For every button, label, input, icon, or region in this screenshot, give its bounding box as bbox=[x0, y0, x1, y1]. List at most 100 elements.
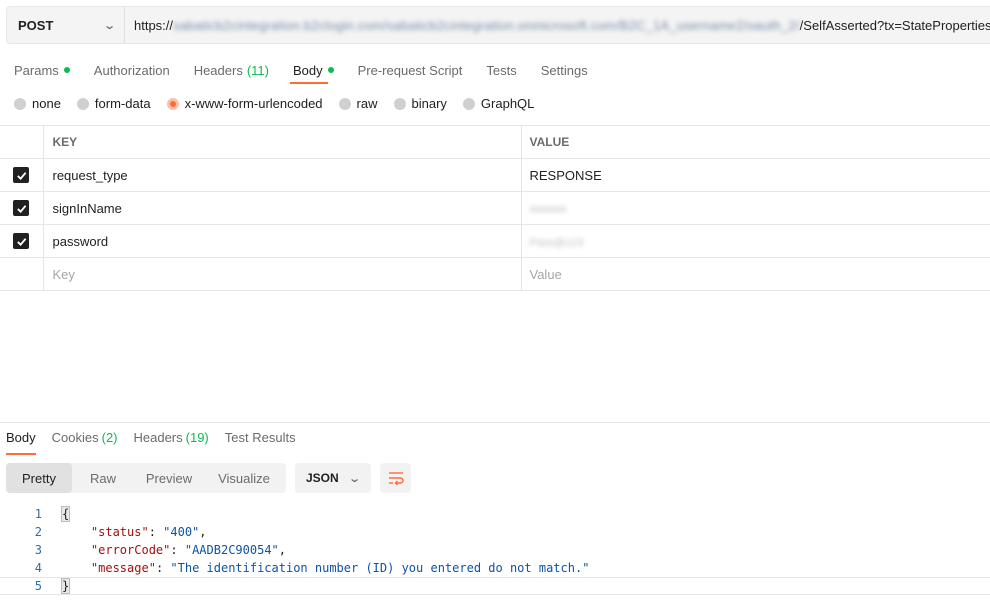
radio-icon bbox=[393, 97, 406, 110]
url-input[interactable]: https://sabaticb2cintegration.b2clogin.c… bbox=[125, 7, 990, 43]
code-line: 3 "errorCode": "AADB2C90054", bbox=[0, 541, 990, 559]
json-comma: , bbox=[278, 543, 286, 557]
response-tab-cookies-label: Cookies bbox=[51, 430, 99, 445]
tab-params[interactable]: Params bbox=[14, 63, 70, 78]
param-value[interactable]: RESPONSE bbox=[521, 158, 990, 192]
radio-x-www-form-urlencoded[interactable]: x-www-form-urlencoded bbox=[166, 96, 323, 111]
json-value: "AADB2C90054" bbox=[184, 543, 279, 557]
radio-none[interactable]: none bbox=[14, 96, 61, 111]
wrap-lines-button[interactable] bbox=[380, 463, 411, 493]
json-key: "status" bbox=[90, 525, 149, 539]
new-value-input[interactable]: Value bbox=[521, 257, 990, 291]
radio-icon bbox=[338, 97, 351, 110]
url-redacted-host: sabaticb2cintegration.b2clogin.com/sabat… bbox=[173, 17, 800, 33]
response-tab-body[interactable]: Body bbox=[6, 430, 36, 445]
method-label: POST bbox=[18, 17, 54, 33]
checkmark-icon bbox=[16, 237, 27, 246]
table-row: signInName 444444 bbox=[0, 191, 990, 225]
tab-authorization[interactable]: Authorization bbox=[94, 63, 170, 78]
radio-icon bbox=[76, 97, 89, 110]
param-value[interactable]: Pass@123 bbox=[521, 224, 990, 258]
tab-settings[interactable]: Settings bbox=[541, 63, 588, 78]
radio-binary[interactable]: binary bbox=[393, 96, 447, 111]
code-line: 4 "message": "The identification number … bbox=[0, 559, 990, 577]
param-key[interactable]: password bbox=[43, 224, 522, 258]
tab-headers-count: (11) bbox=[246, 62, 269, 78]
tab-headers-label: Headers bbox=[193, 62, 243, 78]
tab-headers[interactable]: Headers (11) bbox=[194, 63, 269, 78]
format-select[interactable]: JSON ⌄ bbox=[295, 463, 371, 493]
json-brace: { bbox=[60, 506, 71, 522]
param-key[interactable]: signInName bbox=[43, 191, 522, 225]
param-key[interactable]: request_type bbox=[43, 158, 522, 192]
tab-pre-request-script-label: Pre-request Script bbox=[357, 62, 463, 78]
radio-binary-label: binary bbox=[411, 96, 447, 111]
method-select[interactable]: POST ⌄ bbox=[7, 7, 125, 43]
column-header-key: KEY bbox=[43, 125, 522, 159]
table-header-row: KEY VALUE bbox=[0, 125, 990, 159]
url-suffix: /SelfAsserted?tx=StateProperties=eyJUSUQ… bbox=[799, 17, 990, 33]
table-row: request_type RESPONSE bbox=[0, 158, 990, 192]
body-type-selector: none form-data x-www-form-urlencoded raw… bbox=[14, 96, 550, 111]
response-tab-cookies-count: (2) bbox=[101, 430, 118, 445]
body-params-table: KEY VALUE request_type RESPONSE signInNa… bbox=[0, 125, 990, 291]
tab-authorization-label: Authorization bbox=[93, 62, 170, 78]
json-value: "The identification number (ID) you ente… bbox=[170, 561, 590, 575]
new-key-input[interactable]: Key bbox=[43, 257, 522, 291]
row-checkbox-cell bbox=[0, 224, 44, 258]
view-mode-pretty[interactable]: Pretty bbox=[6, 463, 72, 493]
status-dot bbox=[63, 67, 70, 73]
line-number: 3 bbox=[34, 543, 42, 557]
row-checkbox-cell bbox=[0, 158, 44, 192]
response-tab-cookies[interactable]: Cookies (2) bbox=[52, 430, 118, 445]
tab-body-label: Body bbox=[292, 62, 323, 78]
json-value: "400" bbox=[163, 525, 200, 539]
radio-graphql-label: GraphQL bbox=[480, 96, 535, 111]
response-tab-test-results-label: Test Results bbox=[224, 430, 296, 445]
row-checkbox[interactable] bbox=[13, 167, 30, 184]
response-pane-divider[interactable] bbox=[0, 422, 990, 423]
response-tab-body-label: Body bbox=[6, 430, 36, 445]
radio-form-data[interactable]: form-data bbox=[76, 96, 151, 111]
checkmark-icon bbox=[16, 171, 27, 180]
response-tab-headers-count: (19) bbox=[185, 430, 209, 445]
param-value[interactable]: 444444 bbox=[521, 191, 990, 225]
redacted-value: Pass@123 bbox=[529, 236, 584, 249]
view-mode-visualize[interactable]: Visualize bbox=[204, 463, 284, 493]
tab-pre-request-script[interactable]: Pre-request Script bbox=[358, 63, 463, 78]
radio-none-label: none bbox=[32, 96, 61, 111]
code-line: 1{ bbox=[0, 505, 990, 523]
radio-graphql[interactable]: GraphQL bbox=[462, 96, 535, 111]
row-checkbox[interactable] bbox=[13, 233, 30, 250]
json-key: "message" bbox=[90, 561, 156, 575]
line-number: 1 bbox=[34, 507, 42, 521]
radio-icon bbox=[462, 97, 475, 110]
radio-x-www-form-urlencoded-label: x-www-form-urlencoded bbox=[184, 96, 323, 111]
response-tab-headers[interactable]: Headers (19) bbox=[134, 430, 209, 445]
radio-raw[interactable]: raw bbox=[338, 96, 378, 111]
code-line: 5} bbox=[0, 577, 990, 595]
redacted-value: 444444 bbox=[529, 203, 567, 216]
table-row: password Pass@123 bbox=[0, 224, 990, 258]
json-key: "errorCode" bbox=[90, 543, 171, 557]
url-prefix: https:// bbox=[134, 17, 174, 33]
response-tab-test-results[interactable]: Test Results bbox=[225, 430, 296, 445]
view-mode-toggle: Pretty Raw Preview Visualize bbox=[6, 463, 286, 493]
row-checkbox[interactable] bbox=[13, 200, 30, 217]
response-body-viewer[interactable]: 1{ 2 "status": "400", 3 "errorCode": "AA… bbox=[0, 505, 990, 595]
line-number: 2 bbox=[34, 525, 42, 539]
tab-settings-label: Settings bbox=[540, 62, 588, 78]
line-number: 5 bbox=[34, 579, 42, 593]
checkmark-icon bbox=[16, 204, 27, 213]
radio-raw-label: raw bbox=[356, 96, 378, 111]
wrap-lines-icon bbox=[388, 472, 404, 485]
tab-tests-label: Tests bbox=[486, 62, 517, 78]
tab-tests[interactable]: Tests bbox=[486, 63, 516, 78]
status-dot bbox=[327, 67, 334, 73]
tab-body[interactable]: Body bbox=[293, 63, 334, 78]
view-mode-preview[interactable]: Preview bbox=[134, 463, 204, 493]
view-mode-raw[interactable]: Raw bbox=[72, 463, 134, 493]
request-url-bar: POST ⌄ https://sabaticb2cintegration.b2c… bbox=[6, 6, 990, 44]
column-header-value: VALUE bbox=[521, 125, 990, 159]
request-tabs: Params Authorization Headers (11) Body Pr… bbox=[14, 60, 612, 80]
